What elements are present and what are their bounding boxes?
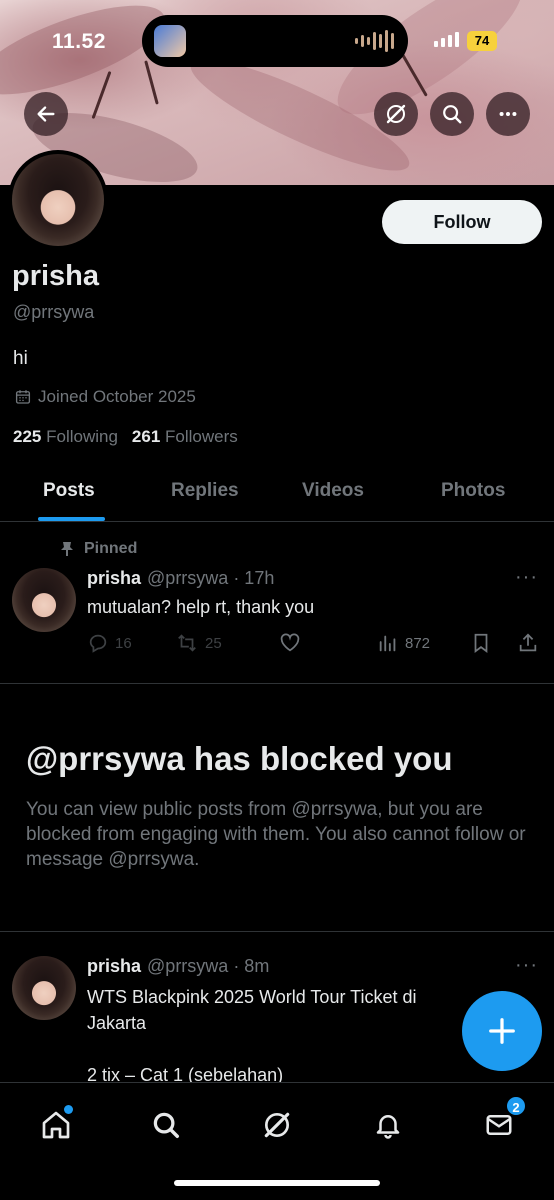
views-count: 872: [405, 634, 431, 652]
now-playing-thumbnail: [154, 25, 186, 57]
nav-messages[interactable]: 2: [477, 1095, 527, 1147]
bell-icon: [376, 1115, 400, 1139]
tab-replies[interactable]: Replies: [171, 480, 239, 502]
pin-icon: [61, 542, 73, 556]
following-link[interactable]: 225 Following: [13, 427, 118, 447]
nav-home[interactable]: [34, 1103, 78, 1147]
follow-button[interactable]: Follow: [382, 200, 542, 244]
compose-post-button[interactable]: [462, 991, 542, 1071]
views-button[interactable]: 872: [377, 632, 430, 654]
tab-posts[interactable]: Posts: [43, 480, 95, 502]
profile-handle: @prrsywa: [13, 302, 95, 322]
profile-bio: hi: [13, 348, 28, 369]
post-text: mutualan? help rt, thank you: [87, 597, 315, 617]
active-tab-indicator: [38, 517, 105, 521]
nav-grok[interactable]: [255, 1103, 299, 1147]
new-content-dot: [64, 1105, 73, 1114]
tab-photos[interactable]: Photos: [441, 480, 505, 502]
post-header: prisha @prrsywa · 17h: [87, 568, 274, 589]
share-icon: [519, 633, 537, 652]
search-icon: [153, 1112, 179, 1138]
joined-date: Joined October 2025: [14, 387, 196, 407]
post-handle-time: @prrsywa · 17h: [147, 568, 275, 588]
back-button[interactable]: [24, 92, 68, 136]
nav-search[interactable]: [144, 1103, 188, 1147]
bookmark-icon: [474, 633, 488, 653]
bookmark-button[interactable]: [471, 632, 491, 654]
blocked-title: @prrsywa has blocked you: [26, 740, 453, 777]
reply-count: 16: [115, 634, 132, 652]
signal-icon: [434, 32, 459, 47]
post-handle-time: @prrsywa · 8m: [147, 956, 270, 976]
home-indicator: [174, 1180, 380, 1186]
audio-wave-icon: [355, 30, 394, 52]
post-avatar[interactable]: [12, 956, 76, 1020]
divider: [0, 931, 554, 932]
avatar-image: [12, 568, 76, 632]
repost-icon: [178, 634, 196, 652]
profile-tabs: Posts Replies Videos Photos: [0, 470, 554, 522]
avatar-image: [12, 154, 104, 246]
more-horizontal-icon: [499, 111, 517, 117]
repost-button[interactable]: 25: [175, 632, 222, 654]
battery-indicator: 74: [467, 31, 497, 51]
post-more-button[interactable]: ···: [515, 954, 538, 977]
more-options-button[interactable]: [486, 92, 530, 136]
banner-stamen: [91, 70, 112, 120]
search-icon: [443, 105, 462, 124]
profile-name: prisha: [12, 260, 100, 292]
post-avatar[interactable]: [12, 568, 76, 632]
reply-icon: [89, 634, 107, 653]
joined-text: Joined October 2025: [38, 387, 196, 406]
grok-icon: [386, 104, 406, 124]
banner-stamen: [144, 60, 159, 105]
post-author[interactable]: prisha: [87, 568, 141, 589]
dynamic-island[interactable]: [142, 15, 408, 67]
post-author[interactable]: prisha: [87, 956, 141, 977]
analytics-icon: [379, 635, 396, 652]
share-button[interactable]: [517, 632, 539, 654]
nav-notifications[interactable]: [366, 1103, 410, 1147]
grok-button[interactable]: [374, 92, 418, 136]
post-header: prisha @prrsywa · 8m: [87, 956, 269, 977]
followers-count: 261: [131, 427, 161, 446]
heart-icon: [280, 633, 300, 652]
repost-count: 25: [205, 634, 222, 652]
following-count: 225: [13, 427, 42, 446]
messages-badge: 2: [505, 1095, 527, 1117]
profile-avatar[interactable]: [8, 150, 108, 250]
plus-icon: [489, 1018, 515, 1044]
blocked-message: You can view public posts from @prrsywa,…: [26, 799, 526, 870]
post-more-button[interactable]: ···: [515, 566, 538, 589]
grok-icon: [264, 1112, 290, 1138]
like-button[interactable]: [279, 632, 301, 654]
arrow-left-icon: [37, 106, 55, 122]
divider: [0, 683, 554, 684]
post-text-line-2: Jakarta: [87, 1013, 147, 1033]
avatar-image: [12, 956, 76, 1020]
followers-link[interactable]: 261 Followers: [132, 427, 238, 447]
search-button[interactable]: [430, 92, 474, 136]
followers-label: Followers: [165, 427, 238, 446]
follow-stats: 225 Following 261 Followers: [13, 427, 238, 447]
status-time: 11.52: [52, 30, 106, 53]
pinned-indicator: Pinned: [60, 540, 137, 558]
reply-button[interactable]: 16: [87, 632, 132, 654]
post-actions: 16 25 872: [87, 630, 542, 658]
post-text-line-1: WTS Blackpink 2025 World Tour Ticket di: [87, 987, 417, 1007]
following-label: Following: [46, 427, 118, 446]
pinned-label: Pinned: [84, 540, 138, 557]
calendar-icon: [15, 390, 31, 404]
tab-videos[interactable]: Videos: [302, 480, 364, 502]
